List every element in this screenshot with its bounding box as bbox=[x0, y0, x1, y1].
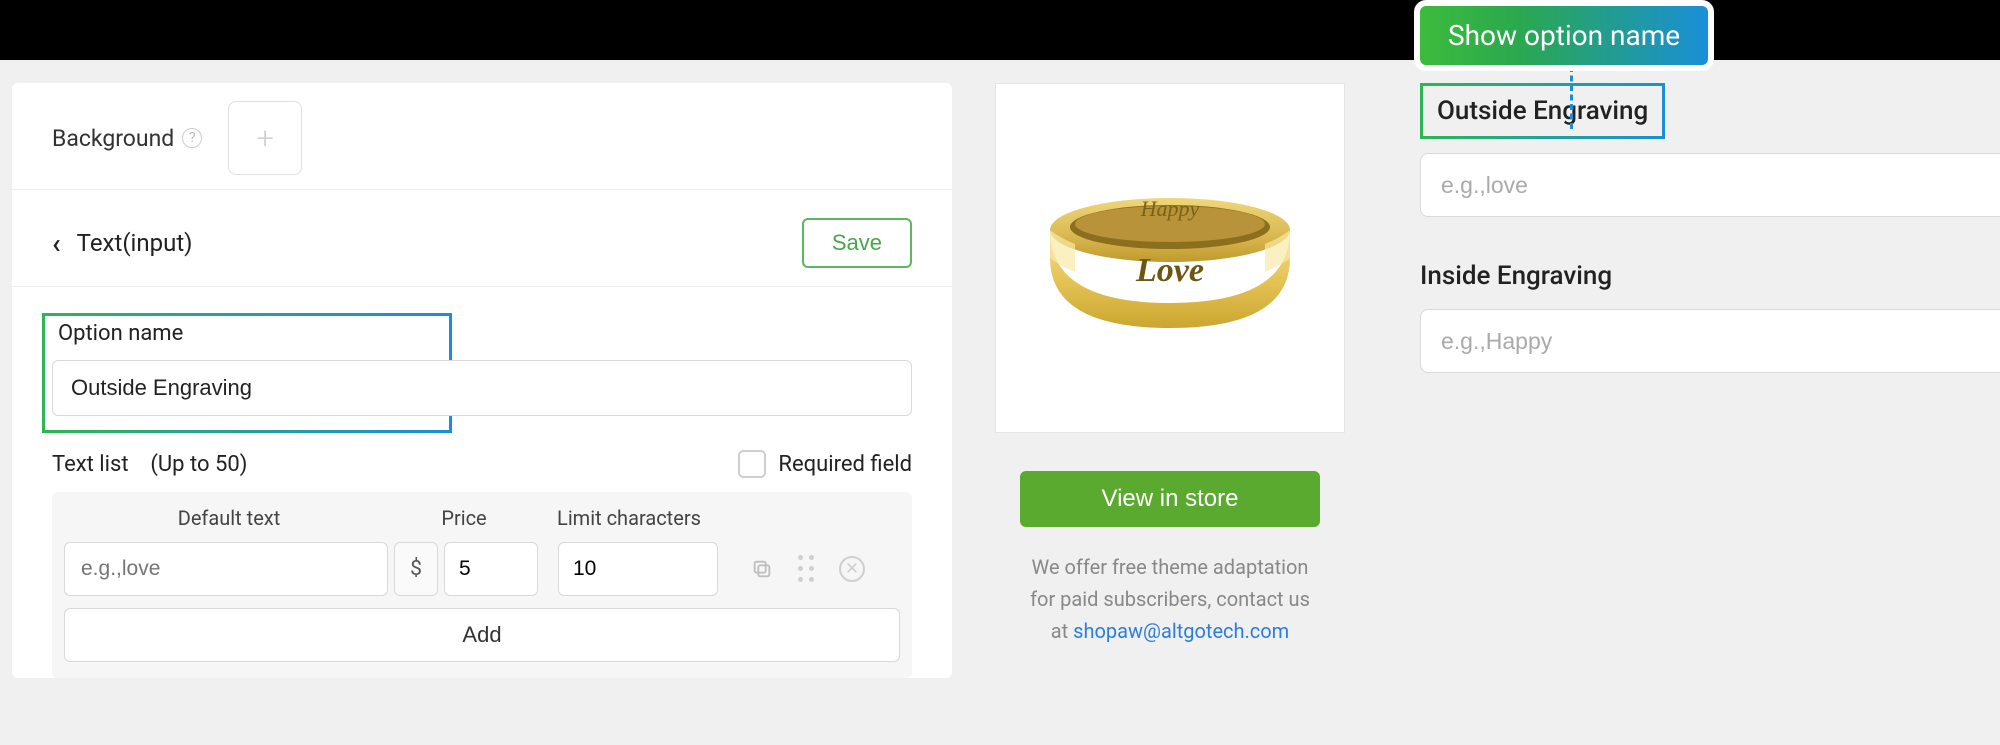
background-label: Background bbox=[52, 125, 174, 152]
section-title: Text(input) bbox=[77, 229, 193, 257]
preview-field2-input[interactable] bbox=[1420, 309, 2000, 373]
add-button[interactable]: Add bbox=[64, 608, 900, 662]
ring-engraving-top: Happy bbox=[1141, 196, 1200, 222]
callout-text: Show option name bbox=[1448, 19, 1680, 52]
text-list-limit: (Up to 50) bbox=[150, 452, 247, 477]
background-row: Background ? + bbox=[12, 83, 952, 190]
col-default-text: Default text bbox=[64, 506, 394, 530]
drag-handle-icon[interactable] bbox=[798, 555, 815, 583]
price-input[interactable] bbox=[444, 542, 538, 596]
currency-symbol: $ bbox=[394, 542, 438, 596]
preview-field1-highlight: Outside Engraving bbox=[1420, 83, 1665, 139]
table-row: $ ✕ bbox=[64, 542, 900, 596]
editor-panel: Background ? + ‹ Text(input) Save Option… bbox=[12, 83, 952, 678]
col-price: Price bbox=[394, 506, 534, 530]
required-field-label: Required field bbox=[778, 452, 912, 477]
product-image: Happy Love bbox=[995, 83, 1345, 433]
section-header: ‹ Text(input) Save bbox=[12, 190, 952, 287]
offer-line3-prefix: at bbox=[1051, 619, 1073, 643]
form-preview: Outside Engraving Inside Engraving bbox=[1420, 83, 2000, 678]
text-list-table: Default text Price Limit characters $ bbox=[52, 492, 912, 678]
ring-engraving-bottom: Love bbox=[1136, 252, 1204, 290]
callout-connector bbox=[1570, 66, 1573, 129]
preview-field2-label: Inside Engraving bbox=[1420, 261, 2000, 291]
save-button[interactable]: Save bbox=[802, 218, 912, 268]
preview-column: Happy Love View in store We offer free t… bbox=[990, 83, 1350, 678]
offer-email-link[interactable]: shopaw@altgotech.com bbox=[1073, 619, 1289, 643]
required-field-checkbox[interactable] bbox=[738, 450, 766, 478]
default-text-input[interactable] bbox=[64, 542, 388, 596]
remove-icon[interactable]: ✕ bbox=[839, 556, 865, 582]
view-in-store-button[interactable]: View in store bbox=[1020, 471, 1320, 527]
background-add-button[interactable]: + bbox=[228, 101, 302, 175]
preview-field1-input[interactable] bbox=[1420, 153, 2000, 217]
option-name-input[interactable] bbox=[52, 360, 912, 416]
limit-input[interactable] bbox=[558, 542, 718, 596]
col-limit: Limit characters bbox=[534, 506, 724, 530]
callout-badge: Show option name bbox=[1414, 0, 1714, 71]
preview-field1-label: Outside Engraving bbox=[1437, 96, 1648, 126]
table-headers: Default text Price Limit characters bbox=[64, 506, 900, 542]
offer-line1: We offer free theme adaptation bbox=[1032, 555, 1309, 579]
back-icon[interactable]: ‹ bbox=[52, 227, 61, 260]
option-section: Option name bbox=[12, 287, 952, 426]
text-list-label: Text list bbox=[52, 452, 129, 477]
option-name-label: Option name bbox=[58, 321, 912, 346]
offer-line2: for paid subscribers, contact us bbox=[1030, 587, 1310, 611]
text-list-header: Text list (Up to 50) Required field bbox=[12, 426, 952, 492]
help-icon[interactable]: ? bbox=[182, 128, 202, 148]
copy-icon[interactable] bbox=[750, 557, 774, 581]
offer-text: We offer free theme adaptation for paid … bbox=[995, 551, 1345, 647]
